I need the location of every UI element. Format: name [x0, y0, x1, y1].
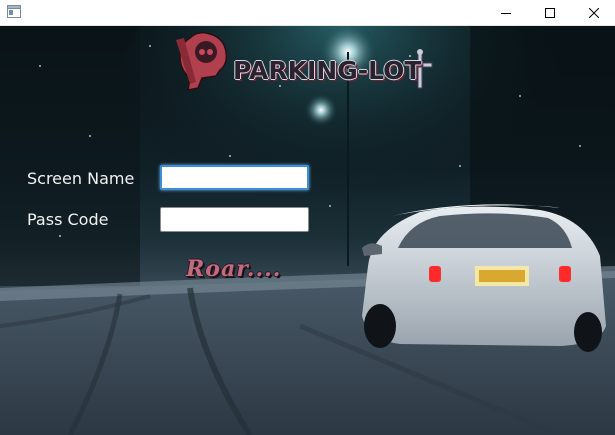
minimize-button[interactable] — [483, 0, 529, 26]
roar-submit-button[interactable]: Roar.... — [186, 254, 302, 284]
close-icon — [589, 8, 599, 18]
minimize-icon — [501, 13, 511, 14]
app-window-icon — [7, 5, 21, 18]
close-button[interactable] — [571, 0, 615, 26]
car-image — [362, 204, 606, 352]
grim-reaper-icon — [176, 31, 228, 91]
window-titlebar — [0, 0, 615, 26]
screen-name-input[interactable] — [160, 165, 309, 190]
logo-text: PARKING-LOT — [233, 56, 422, 85]
pass-code-input[interactable] — [160, 207, 309, 232]
maximize-button[interactable] — [527, 0, 573, 26]
pass-code-label: Pass Code — [27, 210, 109, 229]
maximize-icon — [545, 8, 555, 18]
background-scene: PARKING-LOT Screen Name Pass Code Roar..… — [0, 26, 615, 435]
screen-name-label: Screen Name — [27, 169, 135, 188]
